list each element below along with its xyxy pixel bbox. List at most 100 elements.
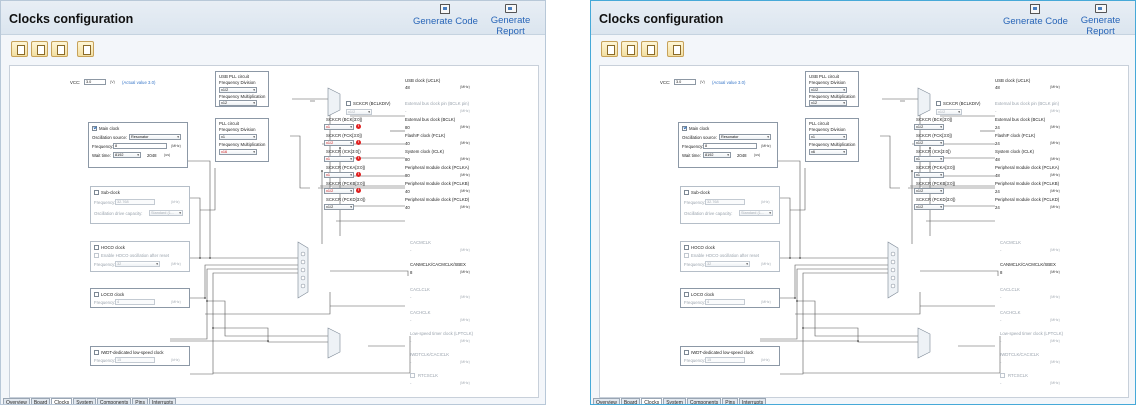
iwdt-clock-panel: IWDT-dedicated low-speed clock Frequency… <box>680 346 780 366</box>
pclkb-label: Peripheral module clock (PCLKB) <box>995 181 1060 186</box>
osc-source-select[interactable]: Resonator <box>719 134 771 140</box>
pckb-select[interactable]: x1/2 <box>914 188 944 194</box>
tab-pins[interactable]: Pins <box>132 398 148 404</box>
bck-select[interactable]: x1 <box>324 124 354 130</box>
vcc-input[interactable]: 3.0 <box>84 79 106 85</box>
export-icon[interactable] <box>11 41 28 57</box>
pll-mul-select[interactable]: x6 <box>809 149 847 155</box>
tab-components[interactable]: Components <box>96 398 132 404</box>
rtcsclk-label: RTCSCLK <box>418 373 438 378</box>
iwdt-checkbox[interactable] <box>94 350 99 355</box>
pll-mul-select[interactable]: x16 <box>219 149 257 155</box>
cacmclk-unit: (MHz) <box>460 248 470 252</box>
usb-pll-mul-select[interactable]: x12 <box>219 100 257 106</box>
drive-capacity-select[interactable]: Standard (1... <box>149 210 183 216</box>
hoco-freq-select[interactable]: 32 <box>705 261 750 267</box>
loco-freq-input[interactable]: 4 <box>705 299 745 305</box>
pcka-select[interactable]: x1 <box>914 172 944 178</box>
wait-time-select[interactable]: 8192 <box>703 152 731 158</box>
pclkb-value: 40 <box>405 189 410 194</box>
tab-overview[interactable]: Overview <box>3 398 30 404</box>
cachclk-value: - <box>1000 318 1002 323</box>
ick-label: SCKCR (ICK[3:0]) <box>326 149 361 154</box>
pclkd-label: Peripheral module clock (PCLKD) <box>405 197 470 202</box>
sub-freq-input[interactable]: 32.768 <box>115 199 155 205</box>
pll-title: PLL circuit <box>219 121 239 126</box>
usb-pll-div-select[interactable]: x1/2 <box>219 87 257 93</box>
rtcsclk-checkbox[interactable] <box>1000 373 1005 378</box>
import-icon[interactable] <box>621 41 638 57</box>
iwdtclk-label: IWDTCLK/CACICLK <box>1000 352 1040 357</box>
hoco-enable-checkbox[interactable] <box>684 253 689 258</box>
hoco-checkbox[interactable] <box>94 245 99 250</box>
hoco-enable-checkbox[interactable] <box>94 253 99 258</box>
usb-pll-mul-select[interactable]: x12 <box>809 100 847 106</box>
pll-div-select[interactable]: x1 <box>219 134 257 140</box>
sub-freq-input[interactable]: 32.768 <box>705 199 745 205</box>
main-freq-input[interactable]: 8 <box>703 143 757 149</box>
ick-select[interactable]: x1 <box>324 156 354 162</box>
import-icon[interactable] <box>31 41 48 57</box>
tab-interrupts[interactable]: Interrupts <box>148 398 177 404</box>
sub-clock-checkbox[interactable] <box>684 190 689 195</box>
generate-code-button[interactable]: Generate Code <box>413 4 478 32</box>
osc-source-select[interactable]: Resonator <box>129 134 181 140</box>
main-freq-input[interactable]: 8 <box>113 143 167 149</box>
drive-capacity-select[interactable]: Standard (1... <box>739 210 773 216</box>
generate-code-label: Generate Code <box>1003 16 1068 27</box>
tab-interrupts[interactable]: Interrupts <box>738 398 767 404</box>
loco-checkbox[interactable] <box>94 292 99 297</box>
bclk-pin-checkbox[interactable] <box>936 101 941 106</box>
iwdt-freq-input[interactable]: 15 <box>705 357 745 363</box>
vcc-unit: (V) <box>700 80 705 84</box>
main-freq-unit: (MHz) <box>171 144 181 148</box>
rtcsclk-checkbox[interactable] <box>410 373 415 378</box>
iwdt-checkbox[interactable] <box>684 350 689 355</box>
hoco-checkbox[interactable] <box>684 245 689 250</box>
hoco-clock-panel: HOCO clock Enable HOCO oscillation after… <box>680 241 780 272</box>
bclk-pin-div-select[interactable]: x1/2 <box>936 109 962 115</box>
tab-board[interactable]: Board <box>620 398 641 404</box>
usb-selector-mux <box>917 87 931 117</box>
bck-select[interactable]: x1/2 <box>914 124 944 130</box>
pll-mul-label: Frequency Multiplication <box>219 142 266 147</box>
generate-code-button[interactable]: Generate Code <box>1003 4 1068 32</box>
document-icon[interactable] <box>77 41 94 57</box>
loco-freq-input[interactable]: 4 <box>115 299 155 305</box>
tab-components[interactable]: Components <box>686 398 722 404</box>
generate-report-button[interactable]: Generate Report <box>1066 4 1135 37</box>
pclkd-value: 40 <box>405 205 410 210</box>
wait-time-select[interactable]: 8192 <box>113 152 141 158</box>
save-icon[interactable] <box>641 41 658 57</box>
pckb-select[interactable]: x1/2 <box>324 188 354 194</box>
tab-board[interactable]: Board <box>30 398 51 404</box>
fck-select[interactable]: x1/2 <box>324 140 354 146</box>
export-icon[interactable] <box>601 41 618 57</box>
pll-div-select[interactable]: x1 <box>809 134 847 140</box>
tab-clocks[interactable]: Clocks <box>641 398 663 404</box>
bclk-pin-div-select[interactable]: x1/2 <box>346 109 372 115</box>
loco-checkbox[interactable] <box>684 292 689 297</box>
tab-clocks[interactable]: Clocks <box>51 398 73 404</box>
pckd-select[interactable]: x1/2 <box>914 204 944 210</box>
usb-pll-div-select[interactable]: x1/2 <box>809 87 847 93</box>
pcka-select[interactable]: x1 <box>324 172 354 178</box>
tab-system[interactable]: System <box>663 398 686 404</box>
main-clock-checkbox[interactable] <box>682 126 687 131</box>
document-icon[interactable] <box>667 41 684 57</box>
pckd-select[interactable]: x1/2 <box>324 204 354 210</box>
tab-overview[interactable]: Overview <box>593 398 620 404</box>
bclk-pin-checkbox[interactable] <box>346 101 351 106</box>
tab-pins[interactable]: Pins <box>722 398 738 404</box>
tab-system[interactable]: System <box>73 398 96 404</box>
vcc-input[interactable]: 3.0 <box>674 79 696 85</box>
generate-report-label: Generate Report <box>1080 15 1121 37</box>
ick-select[interactable]: x1 <box>914 156 944 162</box>
main-clock-checkbox[interactable] <box>92 126 97 131</box>
sub-clock-checkbox[interactable] <box>94 190 99 195</box>
fck-select[interactable]: x1/2 <box>914 140 944 146</box>
save-icon[interactable] <box>51 41 68 57</box>
generate-report-button[interactable]: Generate Report <box>476 4 545 37</box>
iwdt-freq-input[interactable]: 15 <box>115 357 155 363</box>
hoco-freq-select[interactable]: 32 <box>115 261 160 267</box>
